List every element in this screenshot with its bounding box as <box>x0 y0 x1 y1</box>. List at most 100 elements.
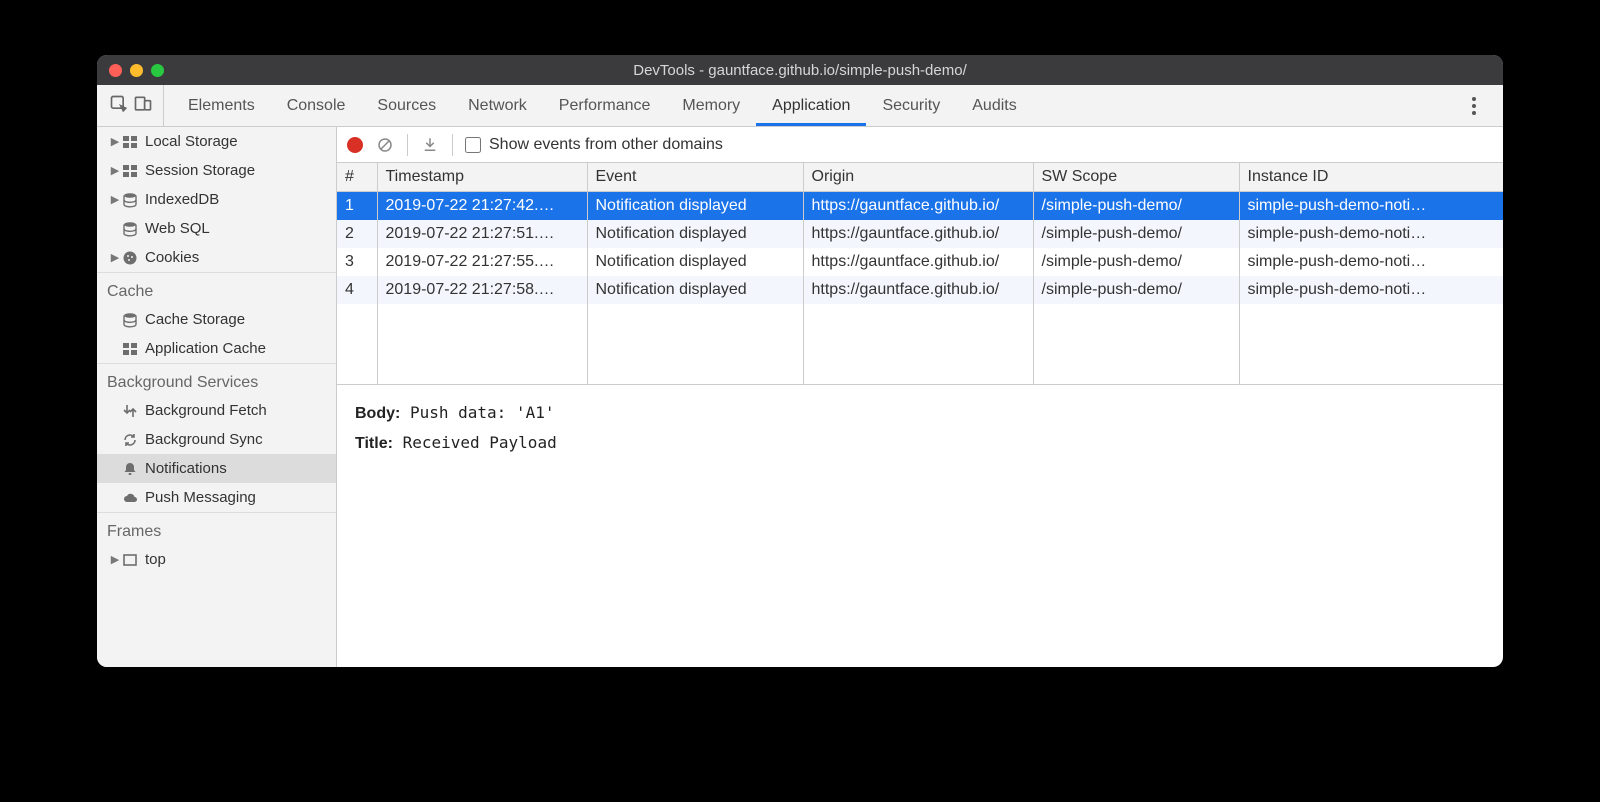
tab-security[interactable]: Security <box>866 85 956 126</box>
sidebar-item-label: Background Sync <box>145 431 263 448</box>
grid-icon <box>121 162 139 180</box>
cookie-icon <box>121 249 139 267</box>
sidebar-item-label: Push Messaging <box>145 489 256 506</box>
sidebar-item-local-storage[interactable]: ▶ Local Storage <box>97 127 336 156</box>
sidebar-item-label: Background Fetch <box>145 402 267 419</box>
cell-n: 3 <box>337 248 377 276</box>
devtools-tabbar: ElementsConsoleSourcesNetworkPerformance… <box>97 85 1503 127</box>
sidebar-group-cache: Cache <box>97 272 336 305</box>
inspect-controls <box>103 85 164 126</box>
column-header[interactable]: Instance ID <box>1239 163 1503 192</box>
events-toolbar: Show events from other domains <box>337 127 1503 163</box>
toolbar-separator <box>407 134 408 156</box>
detail-body-label: Body: <box>355 405 400 422</box>
tab-sources[interactable]: Sources <box>361 85 452 126</box>
window-titlebar: DevTools - gauntface.github.io/simple-pu… <box>97 55 1503 85</box>
sidebar-item-top[interactable]: ▶top <box>97 545 336 574</box>
devtools-tabs: ElementsConsoleSourcesNetworkPerformance… <box>172 85 1033 126</box>
sidebar-item-indexeddb[interactable]: ▶ IndexedDB <box>97 185 336 214</box>
cell-ev: Notification displayed <box>587 248 803 276</box>
table-row[interactable]: 22019-07-22 21:27:51.…Notification displ… <box>337 220 1503 248</box>
inspect-element-icon[interactable] <box>109 94 129 118</box>
db-icon <box>121 191 139 209</box>
more-menu-icon[interactable] <box>1459 91 1489 121</box>
tab-audits[interactable]: Audits <box>956 85 1032 126</box>
db-icon <box>121 220 139 238</box>
sidebar-item-background-sync[interactable]: ▶Background Sync <box>97 425 336 454</box>
sidebar-item-background-fetch[interactable]: ▶Background Fetch <box>97 396 336 425</box>
cell-iid: simple-push-demo-noti… <box>1239 248 1503 276</box>
table-row[interactable]: 12019-07-22 21:27:42.…Notification displ… <box>337 192 1503 221</box>
application-sidebar: ▶ Local Storage ▶ Session Storage ▶ IndexedDB… <box>97 127 337 667</box>
sidebar-item-label: Local Storage <box>145 133 238 150</box>
sidebar-item-label: Notifications <box>145 460 227 477</box>
cell-n: 4 <box>337 276 377 304</box>
table-header-row: #TimestampEventOriginSW ScopeInstance ID <box>337 163 1503 192</box>
sidebar-item-label: Session Storage <box>145 162 255 179</box>
sidebar-item-cache-storage[interactable]: ▶Cache Storage <box>97 305 336 334</box>
tab-network[interactable]: Network <box>452 85 543 126</box>
cell-ev: Notification displayed <box>587 220 803 248</box>
clear-icon[interactable] <box>375 135 395 155</box>
bell-icon <box>121 460 139 478</box>
sidebar-item-notifications[interactable]: ▶Notifications <box>97 454 336 483</box>
table-row[interactable]: 32019-07-22 21:27:55.…Notification displ… <box>337 248 1503 276</box>
cell-scope: /simple-push-demo/ <box>1033 276 1239 304</box>
tab-elements[interactable]: Elements <box>172 85 271 126</box>
window-title: DevTools - gauntface.github.io/simple-pu… <box>97 62 1503 79</box>
download-icon[interactable] <box>420 135 440 155</box>
sidebar-item-application-cache[interactable]: ▶Application Cache <box>97 334 336 363</box>
show-other-domains-input[interactable] <box>465 137 481 153</box>
table-row[interactable]: 42019-07-22 21:27:58.…Notification displ… <box>337 276 1503 304</box>
tab-memory[interactable]: Memory <box>666 85 756 126</box>
column-header[interactable]: Timestamp <box>377 163 587 192</box>
sidebar-item-web-sql[interactable]: ▶Web SQL <box>97 214 336 243</box>
column-header[interactable]: # <box>337 163 377 192</box>
sidebar-group-background-services: Background Services <box>97 363 336 396</box>
detail-title-value: Received Payload <box>403 433 557 452</box>
expand-arrow-icon: ▶ <box>109 193 121 206</box>
expand-arrow-icon: ▶ <box>109 164 121 177</box>
tab-console[interactable]: Console <box>271 85 362 126</box>
expand-arrow-icon: ▶ <box>109 251 121 264</box>
events-table: #TimestampEventOriginSW ScopeInstance ID… <box>337 163 1503 385</box>
sidebar-item-label: Application Cache <box>145 340 266 357</box>
main-panel: Show events from other domains #Timestam… <box>337 127 1503 667</box>
tab-performance[interactable]: Performance <box>543 85 667 126</box>
sidebar-item-label: Cookies <box>145 249 199 266</box>
cell-ev: Notification displayed <box>587 276 803 304</box>
sidebar-item-push-messaging[interactable]: ▶Push Messaging <box>97 483 336 512</box>
cell-ts: 2019-07-22 21:27:51.… <box>377 220 587 248</box>
record-button[interactable] <box>347 137 363 153</box>
sidebar-item-session-storage[interactable]: ▶ Session Storage <box>97 156 336 185</box>
column-header[interactable]: Origin <box>803 163 1033 192</box>
sync-icon <box>121 431 139 449</box>
cell-ts: 2019-07-22 21:27:58.… <box>377 276 587 304</box>
detail-body-value: Push data: 'A1' <box>410 403 555 422</box>
show-other-domains-checkbox[interactable]: Show events from other domains <box>465 136 723 154</box>
devtools-window: DevTools - gauntface.github.io/simple-pu… <box>97 55 1503 667</box>
sidebar-group-frames: Frames <box>97 512 336 545</box>
event-details: Body: Push data: 'A1' Title: Received Pa… <box>337 385 1503 473</box>
device-toolbar-icon[interactable] <box>133 94 153 118</box>
swap-icon <box>121 402 139 420</box>
cloud-icon <box>121 489 139 507</box>
sidebar-item-label: IndexedDB <box>145 191 219 208</box>
cell-origin: https://gauntface.github.io/ <box>803 192 1033 221</box>
cell-origin: https://gauntface.github.io/ <box>803 220 1033 248</box>
column-header[interactable]: Event <box>587 163 803 192</box>
sidebar-item-cookies[interactable]: ▶ Cookies <box>97 243 336 272</box>
cell-origin: https://gauntface.github.io/ <box>803 248 1033 276</box>
grid-icon <box>121 133 139 151</box>
column-header[interactable]: SW Scope <box>1033 163 1239 192</box>
db-icon <box>121 311 139 329</box>
toolbar-separator <box>452 134 453 156</box>
cell-origin: https://gauntface.github.io/ <box>803 276 1033 304</box>
cell-iid: simple-push-demo-noti… <box>1239 220 1503 248</box>
expand-arrow-icon: ▶ <box>109 135 121 148</box>
sidebar-item-label: Cache Storage <box>145 311 245 328</box>
tab-application[interactable]: Application <box>756 85 866 126</box>
cell-scope: /simple-push-demo/ <box>1033 248 1239 276</box>
frame-icon <box>121 551 139 569</box>
show-other-domains-label: Show events from other domains <box>489 136 723 154</box>
